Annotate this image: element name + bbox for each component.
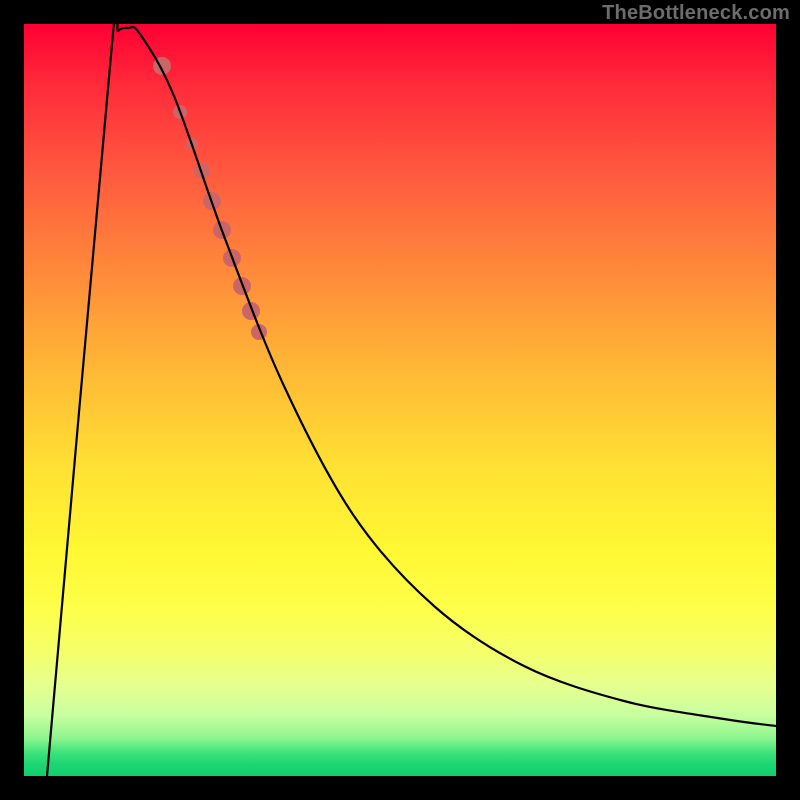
chart-frame: TheBottleneck.com — [0, 0, 800, 800]
bottleneck-curve — [47, 24, 776, 776]
watermark-text: TheBottleneck.com — [602, 2, 790, 25]
plot-area — [24, 24, 776, 776]
chart-svg — [24, 24, 776, 776]
